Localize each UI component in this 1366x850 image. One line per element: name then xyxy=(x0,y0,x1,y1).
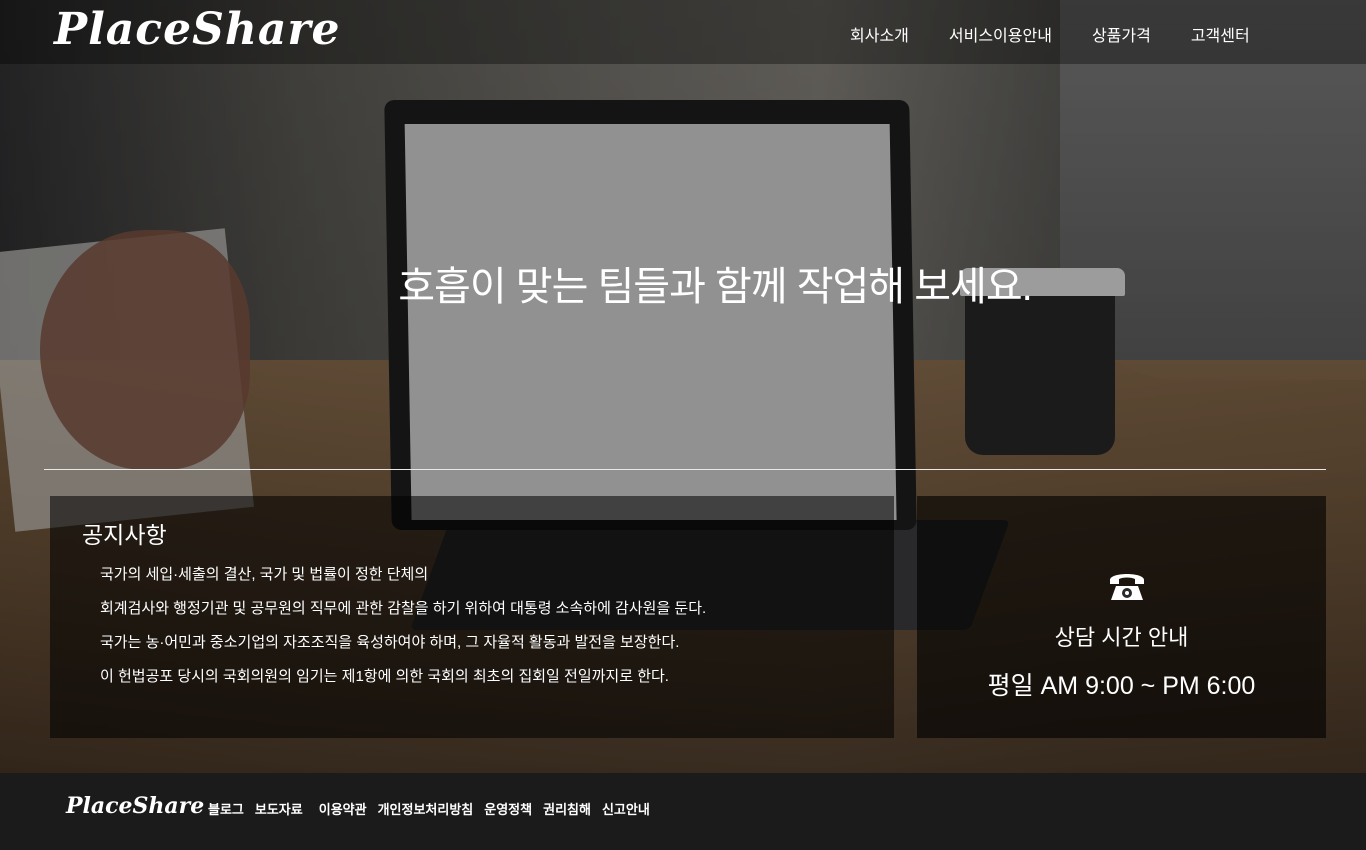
phone-icon xyxy=(1110,574,1144,600)
site-logo[interactable]: PlaceShare xyxy=(54,4,341,55)
contact-hours: 평일 AM 9:00 ~ PM 6:00 xyxy=(987,672,1256,700)
contact-title: 상담 시간 안내 xyxy=(1054,625,1189,650)
site-footer: PlaceShare 블로그 보도자료 이용약관 개인정보처리방침 운영정책 권… xyxy=(0,773,1366,850)
notice-panel: 공지사항 국가의 세입·세출의 결산, 국가 및 법률이 정한 단체의 회계검사… xyxy=(50,496,894,738)
notice-title: 공지사항 xyxy=(82,522,167,548)
footer-links: 블로그 보도자료 이용약관 개인정보처리방침 운영정책 권리침해 신고안내 xyxy=(208,799,661,818)
footer-link-rights[interactable]: 권리침해 xyxy=(543,799,591,818)
footer-link-blog[interactable]: 블로그 xyxy=(208,799,244,818)
notice-item[interactable]: 이 헌법공포 당시의 국회의원의 임기는 제1항에 의한 국회의 최초의 집회일… xyxy=(100,666,706,700)
hero-headline: 호흡이 맞는 팀들과 함께 작업해 보세요. xyxy=(398,265,1032,309)
section-divider xyxy=(44,469,1326,470)
site-header: PlaceShare 회사소개 서비스이용안내 상품가격 고객센터 xyxy=(0,0,1366,64)
nav-item-service-guide[interactable]: 서비스이용안내 xyxy=(949,22,1052,46)
notice-item[interactable]: 국가는 농·어민과 중소기업의 자조조직을 육성하여야 하며, 그 자율적 활동… xyxy=(100,632,706,666)
footer-link-privacy[interactable]: 개인정보처리방침 xyxy=(378,799,474,818)
footer-logo[interactable]: PlaceShare xyxy=(66,793,204,819)
notice-list: 국가의 세입·세출의 결산, 국가 및 법률이 정한 단체의 회계검사와 행정기… xyxy=(100,564,706,700)
footer-link-report[interactable]: 신고안내 xyxy=(602,799,650,818)
nav-item-pricing[interactable]: 상품가격 xyxy=(1092,22,1151,46)
footer-link-policy[interactable]: 운영정책 xyxy=(484,799,532,818)
main-nav: 회사소개 서비스이용안내 상품가격 고객센터 xyxy=(850,22,1290,46)
contact-panel: 상담 시간 안내 평일 AM 9:00 ~ PM 6:00 xyxy=(917,496,1326,738)
nav-item-about[interactable]: 회사소개 xyxy=(850,22,909,46)
footer-link-terms[interactable]: 이용약관 xyxy=(319,799,367,818)
notice-item[interactable]: 회계검사와 행정기관 및 공무원의 직무에 관한 감찰을 하기 위하여 대통령 … xyxy=(100,598,706,632)
nav-item-support[interactable]: 고객센터 xyxy=(1191,22,1250,46)
footer-link-press[interactable]: 보도자료 xyxy=(255,799,303,818)
notice-item[interactable]: 국가의 세입·세출의 결산, 국가 및 법률이 정한 단체의 xyxy=(100,564,706,598)
